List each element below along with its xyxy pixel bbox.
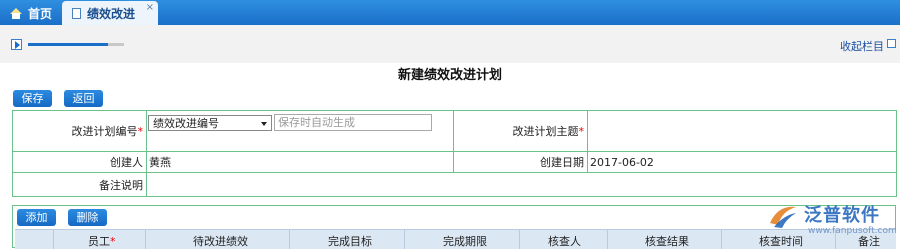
column-separator — [519, 230, 520, 249]
column-separator — [607, 230, 608, 249]
brand-watermark: 泛普软件 www.fanpusoft.com — [764, 197, 900, 248]
column-header-employee[interactable]: 员工* — [88, 233, 116, 249]
brand-name: 泛普软件 — [804, 205, 880, 226]
delete-button[interactable]: 删除 — [68, 209, 107, 226]
close-icon[interactable]: × — [146, 2, 154, 13]
plan-subject-label: 改进计划主题* — [453, 110, 588, 152]
tab-home-label: 首页 — [28, 6, 53, 21]
loading-progress-fill — [28, 43, 108, 46]
tab-performance-improvement[interactable]: 绩效改进 × — [62, 1, 158, 25]
loading-progress — [28, 43, 124, 46]
toolbar: 收起栏目 — [0, 25, 900, 63]
home-icon — [10, 7, 22, 19]
expand-arrow-icon[interactable] — [11, 39, 22, 50]
back-button[interactable]: 返回 — [64, 90, 103, 107]
column-separator — [289, 230, 290, 249]
plan-subject-cell[interactable] — [587, 110, 897, 152]
page-title: 新建绩效改进计划 — [397, 68, 502, 83]
plan-number-select[interactable]: 绩效改进编号 — [148, 115, 272, 131]
tab-bar: 首页 绩效改进 × — [0, 0, 900, 25]
column-separator — [53, 230, 54, 249]
brand-logo-icon — [770, 206, 796, 228]
tab-active-label: 绩效改进 — [87, 6, 136, 21]
column-separator — [721, 230, 722, 249]
add-button[interactable]: 添加 — [17, 209, 56, 226]
create-date-label: 创建日期 — [453, 151, 588, 173]
plan-number-input[interactable] — [274, 114, 432, 131]
document-icon — [72, 7, 81, 19]
creator-value: 黄燕 — [146, 151, 454, 173]
column-separator — [404, 230, 405, 249]
dropdown-arrow-icon — [261, 122, 267, 126]
column-header-review-result[interactable]: 核查结果 — [645, 233, 689, 249]
brand-url: www.fanpusoft.com — [808, 226, 897, 236]
plan-number-select-value: 绩效改进编号 — [153, 117, 219, 130]
column-header-reviewer[interactable]: 核查人 — [548, 233, 581, 249]
plan-form: 改进计划编号* 改进计划主题* 创建人 黄燕 创建日期 2017-06-02 备… — [12, 110, 897, 197]
plan-number-label: 改进计划编号* — [12, 110, 147, 152]
tab-home[interactable]: 首页 — [0, 1, 60, 25]
column-separator — [145, 230, 146, 249]
column-header-deadline[interactable]: 完成期限 — [443, 233, 487, 249]
collapse-icon[interactable] — [887, 39, 896, 48]
remark-cell[interactable] — [146, 172, 897, 197]
collapse-panel-link[interactable]: 收起栏目 — [840, 38, 884, 54]
save-button[interactable]: 保存 — [13, 90, 52, 107]
column-header-target[interactable]: 完成目标 — [328, 233, 372, 249]
create-date-value: 2017-06-02 — [587, 151, 897, 173]
creator-label: 创建人 — [12, 151, 147, 173]
column-header-pending-performance[interactable]: 待改进绩效 — [193, 233, 248, 249]
remark-label: 备注说明 — [12, 172, 147, 197]
